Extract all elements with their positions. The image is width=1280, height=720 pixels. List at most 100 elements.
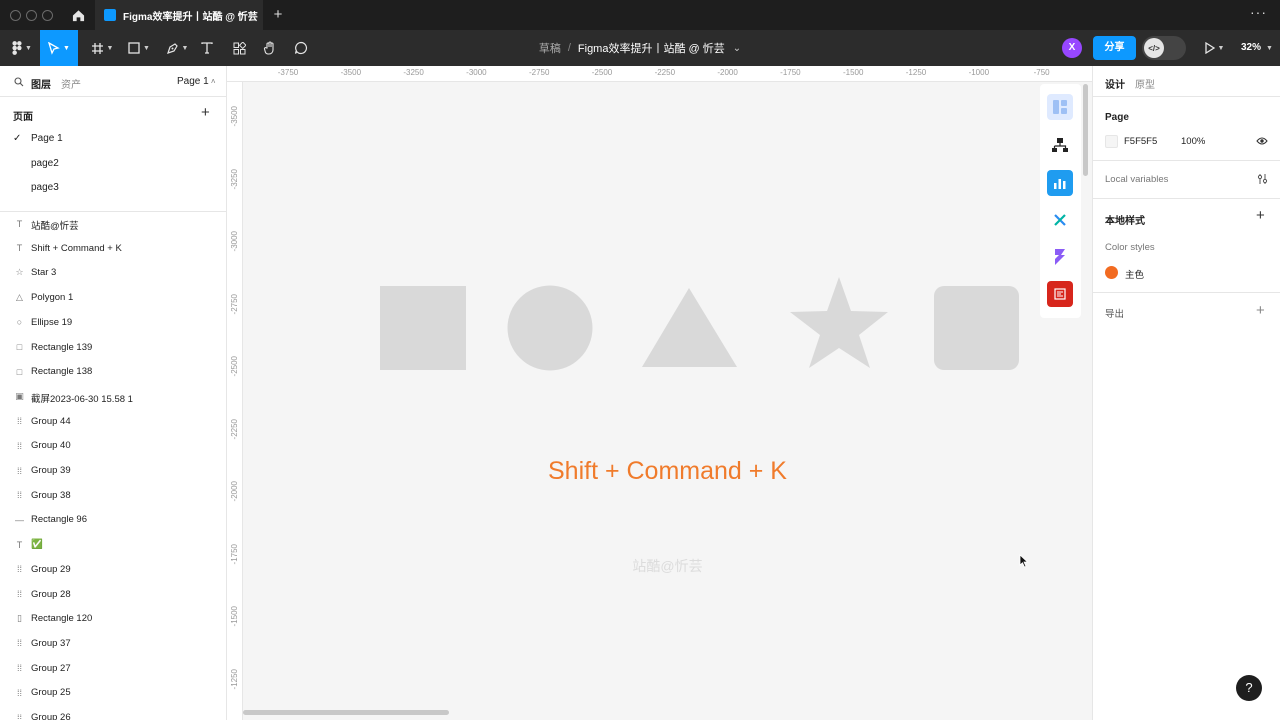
star-icon: ☆ xyxy=(15,267,24,278)
group-icon: ⁞⁞ xyxy=(16,638,22,649)
main-color-swatch[interactable] xyxy=(1105,266,1118,279)
layer-row[interactable]: ▯ Rectangle 120 xyxy=(0,607,226,631)
chevron-down-icon[interactable]: ⌄ xyxy=(733,43,741,54)
share-button[interactable]: 分享 xyxy=(1093,36,1136,60)
figma-file-icon xyxy=(104,9,116,21)
layer-label: Star 3 xyxy=(31,267,57,279)
horizontal-scrollbar[interactable] xyxy=(243,710,449,715)
design-panel: 设计 原型 Page F5F5F5 100% Local variables 本… xyxy=(1092,66,1280,720)
page-item[interactable]: page3 xyxy=(31,182,59,193)
layer-row[interactable]: △ Polygon 1 xyxy=(0,286,226,310)
plugin-framer-icon[interactable] xyxy=(1047,244,1073,270)
ruler-tick-label: -3250 xyxy=(403,68,424,77)
polygon-shape[interactable] xyxy=(642,288,737,367)
layer-label: 截屏2023-06-30 15.58 1 xyxy=(31,393,133,405)
file-name[interactable]: Figma效率提升丨站酷 @ 忻芸 xyxy=(578,40,725,56)
maximize-window-button[interactable] xyxy=(42,10,53,21)
file-tab[interactable]: Figma效率提升丨站酷 @ 忻芸 × xyxy=(95,0,263,30)
rounded-rectangle-shape[interactable] xyxy=(934,286,1019,370)
close-tab-icon[interactable]: × xyxy=(247,8,254,22)
layer-row[interactable]: □ Rectangle 139 xyxy=(0,336,226,360)
ruler-tick-label: -2750 xyxy=(230,293,239,314)
search-icon[interactable] xyxy=(14,77,24,87)
ruler-tick-label: -1250 xyxy=(905,68,927,77)
line-icon: — xyxy=(15,514,24,525)
layer-row[interactable]: ⁞⁞ Group 29 xyxy=(0,558,226,582)
layer-row[interactable]: □ Rectangle 138 xyxy=(0,360,226,384)
page-selector[interactable]: Page 1 ˄ xyxy=(177,76,216,87)
breadcrumb-drafts[interactable]: 草稿 xyxy=(539,40,561,56)
page-opacity-value[interactable]: 100% xyxy=(1181,136,1205,147)
page-color-swatch[interactable] xyxy=(1105,135,1118,148)
ruler-tick-label: -3500 xyxy=(230,106,239,127)
layer-row[interactable]: ⁞⁞ Group 27 xyxy=(0,657,226,681)
plugin-hierarchy-icon[interactable] xyxy=(1047,132,1073,158)
layer-row[interactable]: T 站酷@忻芸 xyxy=(0,212,226,236)
ellipse-shape[interactable] xyxy=(507,285,593,371)
layer-row[interactable]: — Rectangle 96 xyxy=(0,508,226,532)
close-window-button[interactable] xyxy=(10,10,21,21)
zoom-value: 32% xyxy=(1241,42,1262,53)
layer-row[interactable]: ⁞⁞ Group 37 xyxy=(0,632,226,656)
layers-panel: 图层 资产 Page 1 ˄ 页面 + ✓ Page 1 page2 page3 T… xyxy=(0,66,227,720)
ruler-tick-label: -1750 xyxy=(780,68,801,77)
home-button[interactable] xyxy=(62,0,94,30)
add-page-button[interactable]: + xyxy=(201,104,210,121)
layer-label: Group 26 xyxy=(31,712,71,720)
shortcut-text[interactable]: Shift + Command + K xyxy=(243,457,1092,486)
help-button[interactable]: ? xyxy=(1236,675,1262,701)
layer-row[interactable]: ⁞⁞ Group 28 xyxy=(0,583,226,607)
layer-row[interactable]: ⁞⁞ Group 26 xyxy=(0,706,226,720)
layer-row[interactable]: ⁞⁞ Group 40 xyxy=(0,434,226,458)
group-icon: ⁞⁞ xyxy=(16,465,22,476)
plugin-layout-icon[interactable] xyxy=(1047,94,1073,120)
plugin-x-icon[interactable] xyxy=(1047,207,1073,233)
layer-label: Ellipse 19 xyxy=(31,316,73,328)
layer-row[interactable]: ▣ 截屏2023-06-30 15.58 1 xyxy=(0,385,226,409)
minimize-window-button[interactable] xyxy=(26,10,37,21)
breadcrumb-separator: / xyxy=(567,42,571,54)
star-shape[interactable] xyxy=(790,277,888,368)
present-button[interactable]: ▼ xyxy=(1199,30,1229,66)
zoom-menu[interactable]: 32% ▼ xyxy=(1241,42,1273,53)
tab-assets[interactable]: 资产 xyxy=(61,76,81,91)
layer-row[interactable]: ☆ Star 3 xyxy=(0,261,226,285)
tab-layers[interactable]: 图层 xyxy=(31,76,51,91)
watermark-text[interactable]: 站酷@忻芸 xyxy=(243,556,1092,576)
layer-row[interactable]: T ✅ xyxy=(0,533,226,557)
layer-row[interactable]: ⁞⁞ Group 44 xyxy=(0,410,226,434)
canvas[interactable]: Shift + Command + K 站酷@忻芸 xyxy=(243,82,1092,720)
new-tab-button[interactable]: + xyxy=(268,5,288,25)
layer-label: ✅ xyxy=(31,539,43,551)
page-item[interactable]: page2 xyxy=(31,158,59,169)
dev-mode-toggle[interactable]: </> xyxy=(1142,36,1186,60)
text-icon: T xyxy=(16,243,23,254)
add-export-button[interactable]: + xyxy=(1256,302,1265,319)
layer-row[interactable]: ⁞⁞ Group 39 xyxy=(0,459,226,483)
code-icon: </> xyxy=(1144,38,1164,58)
rectangle-shape[interactable] xyxy=(380,286,466,370)
group-icon: ⁞⁞ xyxy=(16,687,22,698)
page-color-value[interactable]: F5F5F5 xyxy=(1124,136,1157,147)
main-color-name[interactable]: 主色 xyxy=(1125,267,1144,281)
avatar[interactable]: X xyxy=(1062,38,1082,58)
chevron-down-icon: ▼ xyxy=(1264,45,1273,52)
plugin-red-icon[interactable] xyxy=(1047,281,1073,307)
layer-row[interactable]: ⁞⁞ Group 38 xyxy=(0,484,226,508)
eye-icon[interactable] xyxy=(1256,136,1268,146)
tab-design[interactable]: 设计 xyxy=(1105,76,1125,91)
layer-row[interactable]: T Shift + Command + K xyxy=(0,237,226,261)
tab-prototype[interactable]: 原型 xyxy=(1135,76,1155,91)
ruler-tick-label: -2250 xyxy=(654,68,676,77)
more-menu-icon[interactable]: ··· xyxy=(1250,4,1267,20)
local-variables-label[interactable]: Local variables xyxy=(1105,174,1168,185)
layer-row[interactable]: ○ Ellipse 19 xyxy=(0,311,226,335)
variables-sliders-icon[interactable] xyxy=(1257,173,1268,185)
page-item[interactable]: Page 1 xyxy=(31,133,63,144)
divider xyxy=(1093,198,1280,199)
layer-row[interactable]: ⁞⁞ Group 25 xyxy=(0,681,226,705)
vertical-scrollbar[interactable] xyxy=(1083,84,1088,176)
add-style-button[interactable]: + xyxy=(1256,207,1265,224)
plugin-chart-icon[interactable] xyxy=(1047,170,1073,196)
layer-label: Rectangle 139 xyxy=(31,341,93,353)
